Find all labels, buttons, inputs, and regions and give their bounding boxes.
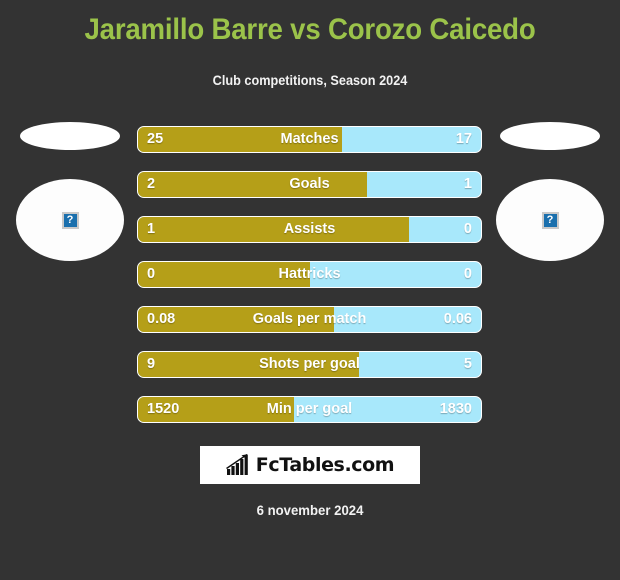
away-value: 17 [455,131,472,147]
avatar-left: ? [16,179,124,261]
table-row: 9 Shots per goal 5 [137,351,482,378]
away-value: 5 [463,356,472,372]
away-value: 1830 [439,401,472,417]
stat-label: Shots per goal [259,356,360,372]
bar-chart-growth-icon [225,454,248,475]
fctables-logo[interactable]: FcTables.com [200,446,420,484]
table-row: 2 Goals 1 [137,171,482,198]
stat-label: Min per goal [266,401,353,417]
avatar-right: ? [496,179,604,261]
table-row: 25 Matches 17 [137,126,482,153]
page-title: Jaramillo Barre vs Corozo Caicedo [84,13,536,46]
table-row: 0 Hattricks 0 [137,261,482,288]
stat-comparison-bars: 25 Matches 17 2 Goals 1 1 Assists 0 0 Ha… [137,126,482,441]
stat-label: Matches [280,131,339,147]
away-value: 0 [463,221,472,237]
broken-image-icon-right: ? [541,211,559,229]
away-value: 0 [463,266,472,282]
stat-label: Goals [289,176,330,192]
away-value: 0.06 [443,311,472,327]
stat-label: Hattricks [278,266,341,282]
broken-image-icon-left: ? [61,211,79,229]
page-subtitle: Club competitions, Season 2024 [212,73,408,88]
table-row: 1520 Min per goal 1830 [137,396,482,423]
chart-header: Jaramillo Barre vs Corozo Caicedo Club c… [0,0,620,88]
table-row: 0.08 Goals per match 0.06 [137,306,482,333]
flag-icon-right [500,122,600,150]
chart-date: 6 november 2024 [256,502,364,518]
stat-label: Assists [283,221,336,237]
fctables-logo-text: FcTables.com [255,453,395,476]
player-badge-left: ? [10,122,130,262]
player-badge-right: ? [490,122,610,262]
table-row: 1 Assists 0 [137,216,482,243]
flag-icon-left [20,122,120,150]
stat-label: Goals per match [252,311,367,327]
away-value: 1 [463,176,472,192]
